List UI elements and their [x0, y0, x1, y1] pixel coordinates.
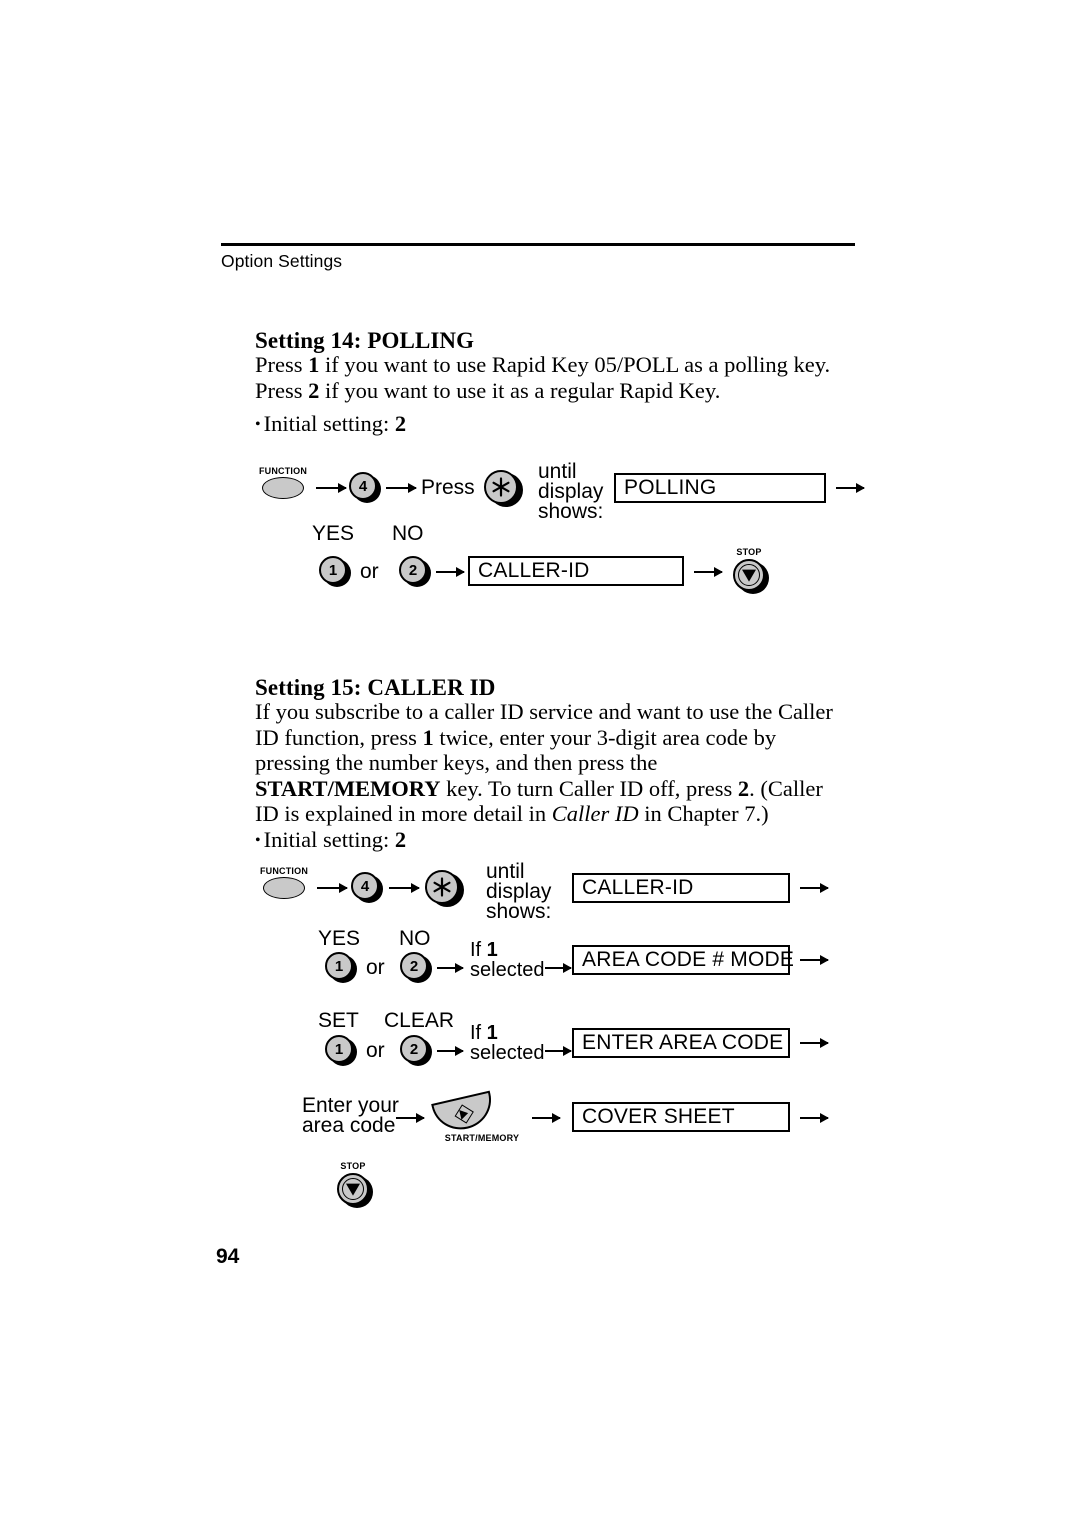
- if-1-selected-line2: selected: [470, 1042, 545, 1064]
- initial-setting-value: 2: [394, 827, 407, 852]
- until-display-shows-line3: shows:: [486, 900, 552, 923]
- or-label: or: [366, 956, 385, 979]
- arrow-right-icon: [545, 967, 571, 969]
- initial-setting-line-setting15: • Initial setting: 2: [255, 827, 406, 853]
- key-1[interactable]: 1: [319, 556, 347, 584]
- enter-area-code-line2: area code: [302, 1114, 396, 1137]
- arrow-right-icon: [800, 1117, 828, 1119]
- initial-setting-label: Initial setting:: [263, 827, 390, 852]
- no-label: NO: [392, 522, 424, 545]
- function-key[interactable]: [263, 877, 305, 899]
- arrow-right-icon: [317, 887, 347, 889]
- arrow-right-icon: [386, 487, 416, 489]
- stop-key[interactable]: [337, 1173, 369, 1205]
- if-value: 1: [486, 1022, 498, 1044]
- arrow-right-icon: [437, 1050, 463, 1052]
- stop-triangle-icon: [742, 569, 756, 582]
- press-label: Press: [421, 476, 475, 499]
- yes-label: YES: [318, 927, 361, 950]
- if-prefix: If: [470, 939, 487, 961]
- arrow-right-icon: [545, 1050, 571, 1052]
- key-1[interactable]: 1: [325, 1035, 353, 1063]
- clear-label: CLEAR: [384, 1009, 455, 1032]
- start-memory-key-caption: START/MEMORY: [444, 1133, 520, 1143]
- or-label: or: [360, 560, 379, 583]
- lcd-display-polling: POLLING: [614, 473, 826, 503]
- section-paragraph-setting14: Press 1 if you want to use Rapid Key 05/…: [255, 352, 831, 403]
- until-display-shows-line3: shows:: [538, 500, 604, 523]
- if-1-selected-line2: selected: [470, 959, 545, 981]
- lcd-display-enter-area-code: ENTER AREA CODE: [572, 1028, 790, 1058]
- initial-setting-line-setting14: • Initial setting: 2: [255, 411, 406, 437]
- asterisk-key[interactable]: [484, 470, 518, 504]
- if-1-selected-line1: If 1: [470, 940, 498, 961]
- stop-key-caption: STOP: [340, 1161, 366, 1171]
- arrow-right-icon: [800, 887, 828, 889]
- initial-setting-value: 2: [394, 411, 407, 436]
- key-1[interactable]: 1: [325, 952, 353, 980]
- arrow-right-icon: [800, 959, 828, 961]
- asterisk-key[interactable]: [425, 870, 459, 904]
- section-heading-setting15: Setting 15: CALLER ID: [255, 675, 496, 700]
- arrow-right-icon: [316, 487, 346, 489]
- arrow-right-icon: [437, 967, 463, 969]
- stop-key-caption: STOP: [736, 547, 762, 557]
- header-rule: [221, 243, 855, 246]
- lcd-display-caller-id: CALLER-ID: [468, 556, 684, 586]
- section-heading-setting14: Setting 14: POLLING: [255, 328, 475, 353]
- lcd-display-caller-id: CALLER-ID: [572, 873, 790, 903]
- set-label: SET: [318, 1009, 359, 1032]
- function-key-caption: FUNCTION: [258, 466, 308, 476]
- arrow-right-icon: [389, 887, 419, 889]
- yes-label: YES: [312, 522, 355, 545]
- bullet-dot: •: [255, 416, 261, 433]
- key-4[interactable]: 4: [351, 872, 379, 900]
- arrow-right-icon: [800, 1042, 828, 1044]
- if-1-selected-line1: If 1: [470, 1023, 498, 1044]
- manual-page: Option Settings Setting 14: POLLING Pres…: [0, 0, 1080, 1528]
- stop-triangle-icon: [346, 1183, 360, 1196]
- arrow-right-icon: [396, 1117, 424, 1119]
- bullet-dot: •: [255, 832, 261, 849]
- arrow-right-icon: [836, 487, 864, 489]
- if-prefix: If: [470, 1022, 487, 1044]
- initial-setting-label: Initial setting:: [263, 411, 390, 436]
- key-2[interactable]: 2: [400, 1035, 428, 1063]
- no-label: NO: [399, 927, 431, 950]
- function-key[interactable]: [262, 477, 304, 499]
- section-paragraph-setting15: If you subscribe to a caller ID service …: [255, 699, 833, 826]
- asterisk-icon: [492, 477, 510, 497]
- running-head: Option Settings: [221, 251, 343, 271]
- arrow-right-icon: [532, 1117, 560, 1119]
- start-diamond-icon: [454, 1104, 474, 1125]
- function-key-caption: FUNCTION: [259, 866, 309, 876]
- key-4[interactable]: 4: [349, 472, 377, 500]
- asterisk-icon: [433, 877, 451, 897]
- stop-key[interactable]: [733, 559, 765, 591]
- start-memory-key[interactable]: [431, 1090, 497, 1136]
- arrow-right-icon: [436, 571, 464, 573]
- lcd-display-cover-sheet: COVER SHEET: [572, 1102, 790, 1132]
- if-value: 1: [486, 939, 498, 961]
- key-2[interactable]: 2: [400, 952, 428, 980]
- or-label: or: [366, 1039, 385, 1062]
- key-2[interactable]: 2: [399, 556, 427, 584]
- page-number: 94: [216, 1245, 240, 1268]
- arrow-right-icon: [694, 571, 722, 573]
- lcd-display-area-code-mode: AREA CODE # MODE: [572, 945, 794, 975]
